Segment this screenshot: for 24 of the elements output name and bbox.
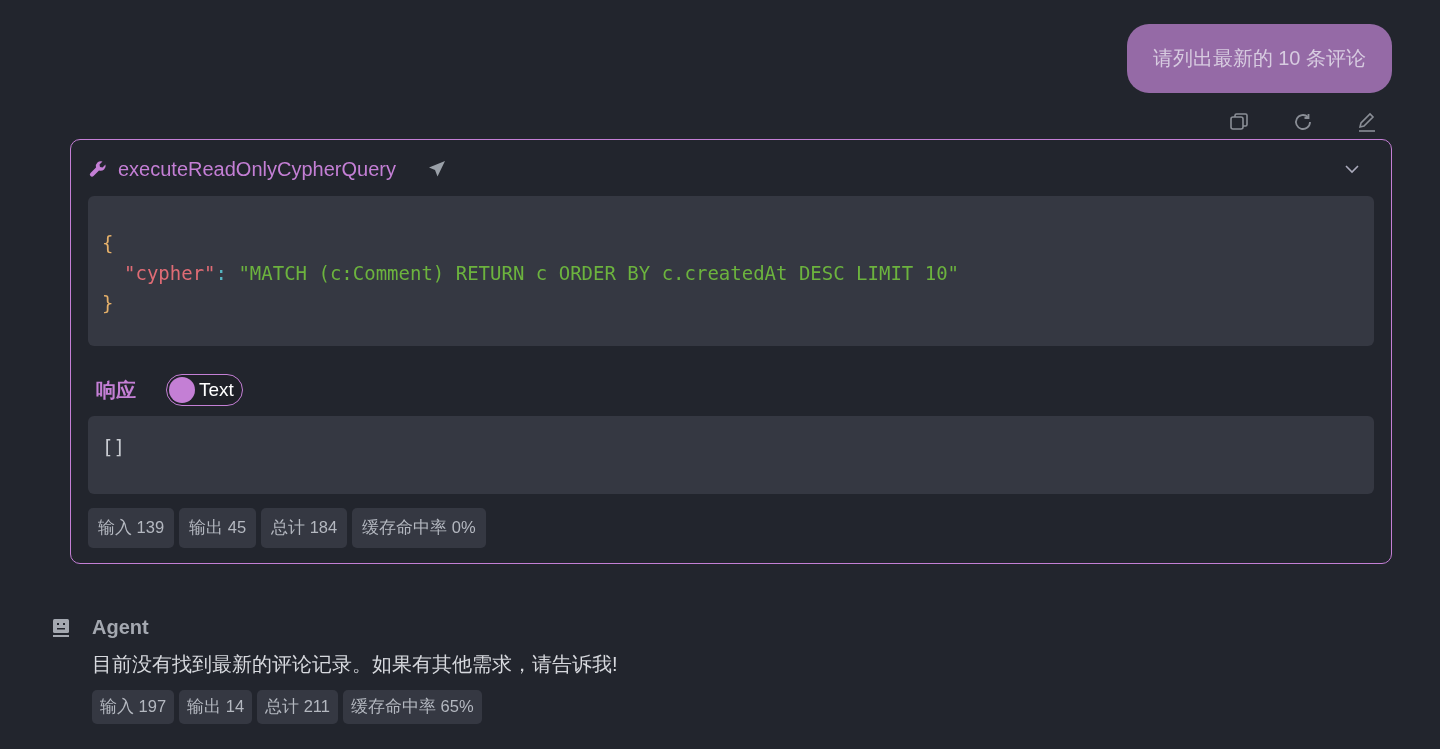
user-message: 请列出最新的 10 条评论 (1126, 24, 1392, 93)
refresh-icon[interactable] (1292, 111, 1314, 133)
code-line: } (102, 291, 115, 316)
code-line: { (102, 231, 115, 256)
agent-name: Agent (92, 616, 150, 639)
token-stat: 输入 139 (88, 508, 175, 548)
pencil-icon[interactable] (1356, 111, 1378, 133)
token-stat: 总计 211 (257, 690, 338, 724)
response-label: 响应 (96, 377, 136, 403)
token-stat: 缓存命中率 65% (342, 690, 482, 724)
robot-icon (52, 618, 70, 638)
tool-name: executeReadOnlyCypherQuery (118, 157, 396, 181)
token-stat: 输入 197 (92, 690, 175, 724)
send-icon[interactable] (427, 160, 446, 178)
token-stat: 缓存命中率 0% (352, 508, 486, 548)
code-line: "cypher": "MATCH (c:Comment) RETURN c ORDER BY c.createdAt DESC LIMIT 10" (123, 261, 961, 286)
wrench-icon (88, 159, 108, 179)
text-toggle[interactable]: Text (166, 374, 243, 406)
token-stat: 总计 184 (261, 508, 348, 548)
token-stat: 输出 45 (179, 508, 257, 548)
response-text: [] (102, 436, 125, 458)
copy-icon[interactable] (1228, 111, 1250, 133)
token-stat: 输出 14 (179, 690, 253, 724)
agent-message: 目前没有找到最新的评论记录。如果有其他需求，请告诉我! (92, 652, 618, 677)
